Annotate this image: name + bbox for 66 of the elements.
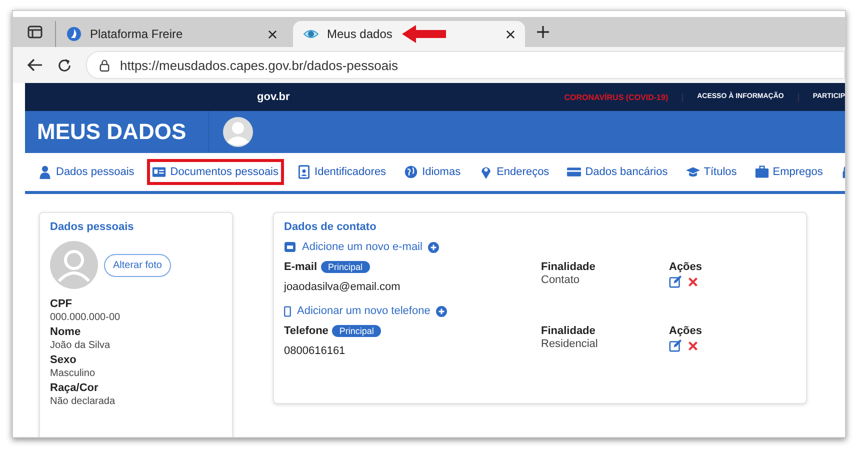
new-tab-icon[interactable]	[537, 26, 549, 38]
field-value: João da Silva	[50, 339, 112, 353]
delete-icon[interactable]	[688, 276, 698, 286]
add-link[interactable]: Adicionar um novo telefone	[297, 305, 430, 317]
user-icon	[38, 165, 52, 179]
site-title: MEUS DADOS	[37, 119, 186, 145]
avatar-icon	[50, 241, 98, 289]
close-icon[interactable]	[268, 30, 277, 38]
add-icon[interactable]	[428, 242, 440, 252]
card-icon	[567, 165, 582, 179]
close-icon[interactable]	[506, 30, 515, 38]
change-photo-button[interactable]: Alterar foto	[104, 254, 171, 276]
field-label: Ações	[669, 325, 704, 337]
back-icon[interactable]	[27, 58, 43, 72]
field-label: Nome	[50, 325, 82, 339]
idcard-icon	[152, 165, 166, 179]
phone-icon	[284, 306, 291, 316]
field-value: Não declarada	[50, 395, 116, 409]
swirl-icon	[66, 26, 82, 42]
nav-tab[interactable]: Endereços	[474, 159, 554, 185]
envelope-icon	[284, 241, 296, 253]
field-value: joaodasilva@email.com	[284, 281, 402, 293]
field-value: 0800616161	[284, 345, 346, 357]
browser-tab[interactable]: Meus dados	[293, 21, 525, 47]
delete-icon[interactable]	[688, 340, 698, 350]
card-title: Dados de contato	[284, 221, 378, 233]
principal-badge: Principal	[332, 325, 381, 337]
tab-title: Meus dados	[327, 27, 392, 41]
sidebar-icon[interactable]	[27, 24, 43, 40]
field-label: Telefone	[284, 325, 328, 337]
field-value: Residencial	[541, 338, 599, 350]
add-link[interactable]: Adicione um novo e-mail	[302, 241, 422, 253]
field-label: Finalidade	[541, 261, 596, 273]
pointer-arrow-icon	[402, 25, 446, 43]
cap-icon	[686, 165, 700, 179]
edit-icon[interactable]	[669, 275, 682, 288]
principal-badge: Principal	[321, 261, 370, 273]
address-field[interactable]: https://meusdados.capes.gov.br/dados-pessoais	[86, 51, 845, 79]
nav-tab[interactable]: Títulos	[680, 159, 742, 185]
field-label: CPF	[50, 297, 73, 311]
edit-icon[interactable]	[669, 339, 682, 352]
field-label: Sexo	[50, 353, 78, 367]
field-value: Masculino	[50, 367, 96, 381]
nav-tab[interactable]: Empregos	[750, 159, 828, 185]
nav-tab[interactable]: Documentos pessoais	[147, 159, 284, 185]
badge-icon	[296, 165, 311, 179]
nav-tab[interactable]: Idiomas	[399, 159, 466, 185]
nav-tab[interactable]: Dados bancários	[562, 159, 673, 185]
globe-icon	[404, 165, 418, 179]
card-title: Dados pessoais	[50, 221, 135, 233]
pin-icon	[478, 165, 493, 179]
nav-tab[interactable]: Dados pessoais	[33, 159, 140, 185]
field-value: 000.000.000-00	[50, 311, 122, 325]
field-value: Contato	[541, 274, 581, 286]
field-label: Raça/Cor	[50, 381, 100, 395]
field-label: Finalidade	[541, 325, 596, 337]
nav-tab[interactable]: Identificadores	[292, 159, 392, 185]
field-label: Ações	[669, 261, 704, 273]
tab-title: Plataforma Freire	[90, 27, 183, 41]
reload-icon[interactable]	[57, 58, 72, 72]
briefcase-icon	[754, 165, 769, 179]
lock-icon	[99, 58, 110, 72]
avatar-icon[interactable]	[223, 117, 254, 147]
field-label: E-mail	[284, 261, 318, 273]
gov-logo[interactable]: gov.br	[257, 91, 290, 103]
add-icon[interactable]	[436, 306, 448, 316]
